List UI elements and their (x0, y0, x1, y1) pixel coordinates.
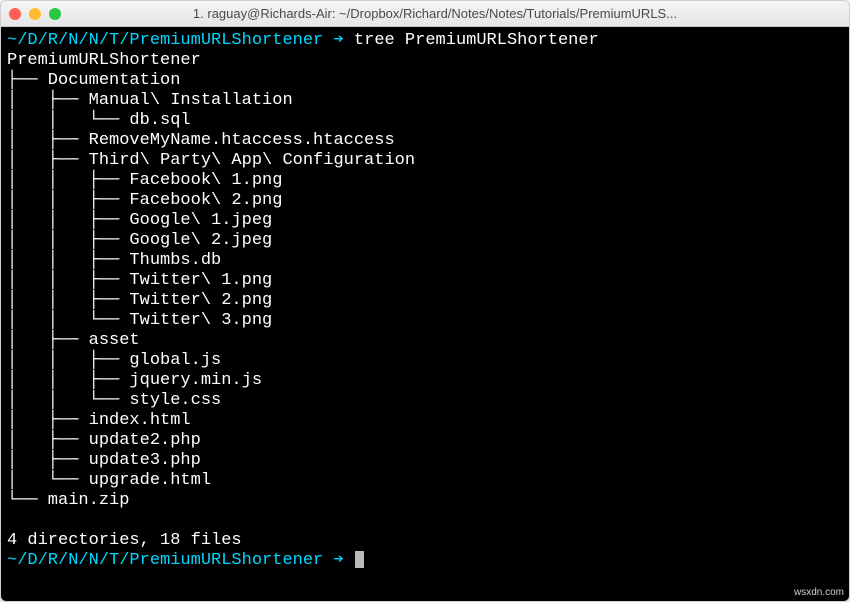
tree-line: │ │ ├── global.js (7, 351, 221, 370)
prompt-arrow: ➔ (333, 31, 343, 50)
tree-line: │ ├── RemoveMyName.htaccess.htaccess (7, 131, 395, 150)
tree-line: │ ├── asset (7, 331, 140, 350)
tree-line: │ ├── index.html (7, 411, 191, 430)
tree-line: ├── Documentation (7, 71, 180, 90)
watermark: wsxdn.com (794, 587, 844, 598)
titlebar: 1. raguay@Richards-Air: ~/Dropbox/Richar… (1, 1, 849, 27)
tree-line: │ ├── update2.php (7, 431, 201, 450)
tree-line: │ │ └── Twitter\ 3.png (7, 311, 272, 330)
tree-line: │ │ └── db.sql (7, 111, 191, 130)
tree-line: │ ├── Third\ Party\ App\ Configuration (7, 151, 415, 170)
cursor-icon (355, 551, 364, 568)
tree-line: │ │ ├── Twitter\ 2.png (7, 291, 272, 310)
command-text: tree PremiumURLShortener (354, 31, 599, 50)
tree-line: │ │ ├── jquery.min.js (7, 371, 262, 390)
tree-line: │ └── upgrade.html (7, 471, 211, 490)
tree-line: │ │ ├── Google\ 2.jpeg (7, 231, 272, 250)
tree-line: │ │ ├── Twitter\ 1.png (7, 271, 272, 290)
tree-line: │ ├── update3.php (7, 451, 201, 470)
tree-line: │ │ ├── Thumbs.db (7, 251, 221, 270)
prompt-path: ~/D/R/N/N/T/PremiumURLShortener (7, 551, 323, 570)
traffic-lights (9, 8, 61, 20)
minimize-icon[interactable] (29, 8, 41, 20)
terminal-window: 1. raguay@Richards-Air: ~/Dropbox/Richar… (0, 0, 850, 602)
tree-line: └── main.zip (7, 491, 129, 510)
tree-line: │ ├── Manual\ Installation (7, 91, 293, 110)
terminal-body[interactable]: ~/D/R/N/N/T/PremiumURLShortener ➔ tree P… (1, 27, 849, 601)
tree-line: │ │ ├── Facebook\ 1.png (7, 171, 282, 190)
tree-line: │ │ ├── Google\ 1.jpeg (7, 211, 272, 230)
tree-summary: 4 directories, 18 files (7, 531, 242, 550)
prompt-arrow: ➔ (333, 551, 343, 570)
zoom-icon[interactable] (49, 8, 61, 20)
tree-line: │ │ └── style.css (7, 391, 221, 410)
close-icon[interactable] (9, 8, 21, 20)
prompt-path: ~/D/R/N/N/T/PremiumURLShortener (7, 31, 323, 50)
window-title: 1. raguay@Richards-Air: ~/Dropbox/Richar… (69, 6, 841, 21)
tree-root: PremiumURLShortener (7, 51, 201, 70)
tree-line: │ │ ├── Facebook\ 2.png (7, 191, 282, 210)
